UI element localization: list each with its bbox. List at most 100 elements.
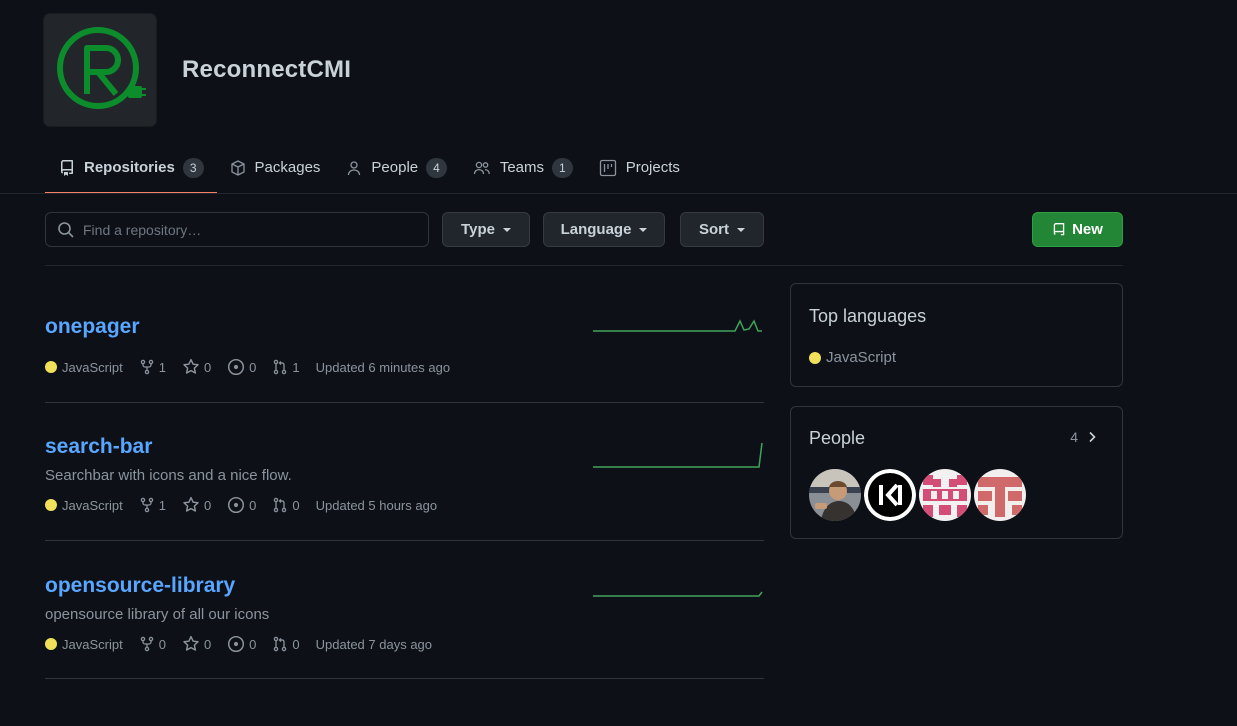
fork-count: 1: [158, 359, 166, 375]
repo-updated: Updated 6 minutes ago: [316, 360, 450, 375]
tab-projects[interactable]: Projects: [586, 148, 693, 187]
repo-description: Searchbar with icons and a nice flow.: [45, 467, 292, 484]
repo-pulls[interactable]: 0: [272, 636, 300, 652]
repo-stars[interactable]: 0: [182, 358, 211, 376]
fork-count: 1: [158, 497, 166, 513]
repo-pulls[interactable]: 0: [272, 497, 300, 513]
repo-meta: JavaScript 0 0 0 0 Updated 7 days ago: [45, 635, 448, 653]
type-filter-label: Type: [461, 221, 495, 238]
pull-count: 0: [292, 636, 300, 652]
member-avatar[interactable]: [974, 469, 1026, 521]
issue-count: 0: [249, 359, 257, 375]
issue-icon: [228, 635, 245, 653]
people-avatars: [809, 469, 1029, 521]
activity-sparkline: [593, 442, 763, 468]
people-icon: [473, 160, 491, 176]
fork-icon: [140, 359, 153, 375]
language-label: JavaScript: [62, 359, 123, 375]
repo-item: search-bar Searchbar with icons and a ni…: [45, 403, 764, 541]
language-color-dot: [45, 499, 57, 511]
star-icon: [183, 635, 199, 651]
star-icon: [183, 496, 199, 512]
new-repo-button[interactable]: New: [1032, 212, 1123, 247]
language-label: JavaScript: [62, 497, 123, 513]
updated-text: Updated 7 days ago: [315, 636, 433, 652]
tab-people[interactable]: People 4: [333, 148, 459, 187]
people-count-link[interactable]: 4: [1070, 429, 1100, 445]
repo-name-link[interactable]: search-bar: [45, 435, 152, 459]
repo-issues[interactable]: 0: [227, 496, 256, 514]
tab-packages[interactable]: Packages: [217, 148, 334, 187]
star-count: 0: [203, 636, 212, 652]
language-label: JavaScript: [62, 636, 123, 652]
member-avatar[interactable]: [809, 469, 861, 521]
star-count: 0: [203, 497, 212, 513]
filter-bar: Type Language Sort New: [45, 212, 1123, 247]
repo-forks[interactable]: 1: [139, 359, 166, 375]
repo-name-link[interactable]: opensource-library: [45, 574, 235, 598]
org-avatar[interactable]: [44, 14, 156, 126]
top-languages-box: Top languages JavaScript: [790, 283, 1123, 387]
tab-counter: 4: [426, 157, 447, 178]
member-avatar[interactable]: [919, 469, 971, 521]
repo-forks[interactable]: 1: [139, 497, 166, 513]
tab-teams[interactable]: Teams 1: [460, 148, 586, 187]
repo-stars[interactable]: 0: [182, 635, 211, 653]
sort-label: Sort: [699, 221, 729, 238]
repo-language: JavaScript: [45, 498, 123, 513]
issue-icon: [228, 496, 245, 514]
repo-language: JavaScript: [45, 637, 123, 652]
repo-description: opensource library of all our icons: [45, 606, 270, 623]
search-input[interactable]: [81, 220, 405, 239]
repo-stars[interactable]: 0: [182, 496, 211, 514]
chevron-down-icon: [639, 227, 648, 232]
language-color-dot: [45, 361, 57, 373]
repo-forks[interactable]: 0: [139, 636, 166, 652]
type-filter-button[interactable]: Type: [442, 212, 530, 247]
repo-language: JavaScript: [45, 360, 123, 375]
repo-issues[interactable]: 0: [227, 635, 256, 653]
people-title[interactable]: People: [809, 428, 865, 449]
top-language-label: JavaScript: [826, 349, 897, 366]
repo-list: onepager JavaScript 1 0 0 1 Updated 6 mi…: [45, 266, 764, 679]
pull-request-icon: [274, 636, 287, 652]
pull-request-icon: [274, 359, 287, 375]
tab-label: Projects: [625, 159, 680, 176]
tab-repositories[interactable]: Repositories 3: [45, 148, 217, 194]
top-language-item[interactable]: JavaScript: [809, 349, 896, 366]
language-color-dot: [809, 351, 821, 364]
member-avatar[interactable]: [864, 469, 916, 521]
updated-text: Updated 5 hours ago: [315, 497, 438, 513]
star-icon: [183, 358, 199, 374]
issue-count: 0: [249, 636, 257, 652]
new-button-label: New: [1072, 221, 1103, 238]
repo-icon: [59, 159, 75, 176]
pull-request-icon: [274, 497, 287, 513]
tab-counter: 1: [552, 157, 573, 178]
repo-name-link[interactable]: onepager: [45, 315, 140, 339]
language-filter-button[interactable]: Language: [543, 212, 665, 247]
issue-count: 0: [249, 497, 257, 513]
language-color-dot: [45, 638, 57, 650]
repo-item: opensource-library opensource library of…: [45, 541, 764, 679]
reconnect-logo-icon: [57, 27, 146, 109]
repo-issues[interactable]: 0: [227, 358, 256, 376]
sort-button[interactable]: Sort: [680, 212, 764, 247]
activity-sparkline: [593, 591, 763, 597]
repo-search[interactable]: [45, 212, 429, 247]
tab-label: Repositories: [84, 159, 175, 176]
chevron-down-icon: [502, 227, 511, 232]
top-languages-title: Top languages: [809, 306, 927, 326]
fork-count: 0: [158, 636, 166, 652]
search-icon: [57, 221, 75, 239]
sidebar: Top languages JavaScript People 4: [790, 283, 1123, 539]
activity-sparkline: [593, 319, 762, 332]
repo-pulls[interactable]: 1: [272, 359, 300, 375]
tabs-divider: [0, 193, 1237, 194]
updated-text: Updated 6 minutes ago: [315, 359, 451, 375]
project-icon: [599, 159, 617, 177]
fork-icon: [140, 636, 153, 652]
repo-icon: [1052, 222, 1066, 238]
chevron-right-icon: [1089, 431, 1096, 443]
fork-icon: [140, 497, 153, 513]
